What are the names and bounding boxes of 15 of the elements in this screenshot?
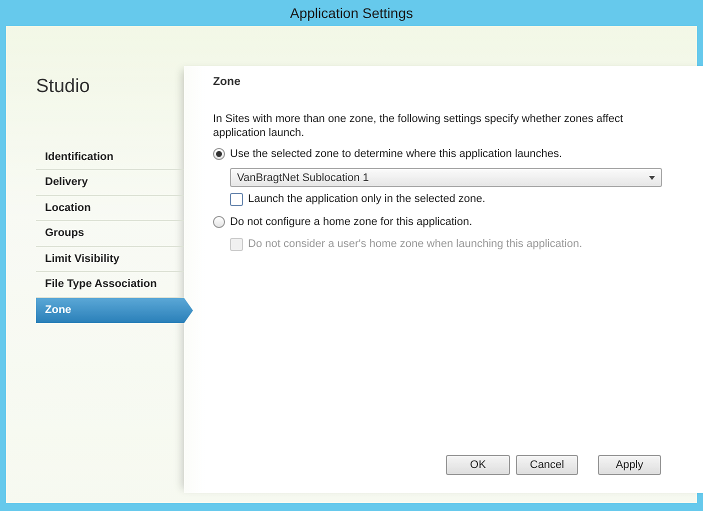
- checkbox-label: Do not consider a user's home zone when launching this application.: [248, 237, 582, 252]
- window-title: Application Settings: [290, 4, 413, 23]
- radio-button[interactable]: [213, 216, 225, 228]
- checkbox[interactable]: [230, 193, 243, 206]
- dialog-button[interactable]: Apply: [598, 455, 661, 475]
- radio-label: Do not configure a home zone for this application.: [230, 214, 472, 230]
- dialog-button[interactable]: Cancel: [516, 455, 578, 475]
- description-text: In Sites with more than one zone, the following settings specify whether zones affect application launch.: [213, 112, 624, 140]
- zone-dropdown[interactable]: VanBragtNet Sublocation 1: [230, 168, 662, 188]
- dialog-button[interactable]: OK: [446, 455, 510, 475]
- radio-button[interactable]: [213, 148, 225, 160]
- app-title: Studio: [36, 76, 91, 99]
- section-heading: Zone: [213, 76, 242, 90]
- checkbox-label: Launch the application only in the selected zone.: [248, 192, 486, 208]
- radio-label: Use the selected zone to determine where this application launches.: [230, 146, 562, 162]
